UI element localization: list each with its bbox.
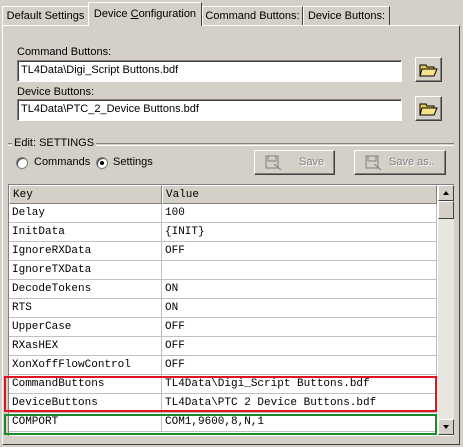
table-row[interactable]: UpperCase OFF: [9, 318, 437, 337]
device-buttons-path-field[interactable]: TL4Data\PTC_2_Device Buttons.bdf: [17, 99, 402, 121]
cell-value[interactable]: COM1,9600,8,N,1: [162, 413, 437, 432]
arrow-up-icon: [443, 191, 449, 195]
save-label: Save: [299, 156, 325, 168]
tab-label: Command Buttons:: [205, 10, 300, 22]
folder-open-icon: [419, 64, 438, 77]
cell-key[interactable]: InitData: [9, 223, 162, 242]
command-buttons-path-field[interactable]: TL4Data\Digi_Script Buttons.bdf: [17, 60, 402, 82]
table-row[interactable]: XonXoffFlowControl OFF: [9, 356, 437, 375]
cell-value[interactable]: ON: [162, 280, 437, 299]
column-header-value[interactable]: Value: [162, 185, 437, 204]
tab-device-configuration[interactable]: Device Configuration: [88, 2, 202, 26]
table-row[interactable]: CommandButtons TL4Data\Digi_Script Button…: [9, 375, 437, 394]
save-disk-icon: [265, 155, 282, 171]
cell-key[interactable]: RTS: [9, 299, 162, 318]
table-row[interactable]: DecodeTokens ON: [9, 280, 437, 299]
cell-key[interactable]: UpperCase: [9, 318, 162, 337]
command-buttons-label: Command Buttons:: [17, 46, 112, 58]
edit-group-title: Edit: SETTINGS: [12, 137, 97, 149]
cell-value[interactable]: 100: [162, 204, 437, 223]
cell-key[interactable]: Delay: [9, 204, 162, 223]
cell-key[interactable]: CommandButtons: [9, 375, 162, 394]
cell-key[interactable]: RXasHEX: [9, 337, 162, 356]
table-row[interactable]: Delay 100: [9, 204, 437, 223]
tab-label: Device: [93, 8, 131, 20]
save-as-button[interactable]: Save as..: [354, 150, 446, 175]
radio-selected-dot: [100, 161, 104, 165]
table-row[interactable]: IgnoreRXData OFF: [9, 242, 437, 261]
cell-key[interactable]: IgnoreTXData: [9, 261, 162, 280]
grid-header-row: Key Value: [9, 185, 437, 204]
tab-device-buttons[interactable]: Device Buttons:: [303, 6, 390, 25]
cell-value[interactable]: OFF: [162, 318, 437, 337]
tab-default-settings[interactable]: Default Settings: [2, 6, 89, 25]
table-row[interactable]: InitData {INIT}: [9, 223, 437, 242]
cell-key[interactable]: DeviceButtons: [9, 394, 162, 413]
table-row[interactable]: RXasHEX OFF: [9, 337, 437, 356]
settings-grid[interactable]: Key Value Delay 100 InitData {INIT} IgnoreRX…: [8, 184, 454, 436]
commands-radio-label[interactable]: Commands: [34, 156, 90, 168]
table-row[interactable]: IgnoreTXData: [9, 261, 437, 280]
table-row[interactable]: DeviceButtons TL4Data\PTC 2 Device Button…: [9, 394, 437, 413]
cell-key[interactable]: COMPORT: [9, 413, 162, 432]
tab-command-buttons[interactable]: Command Buttons:: [202, 6, 303, 25]
table-row[interactable]: COMPORT COM1,9600,8,N,1: [9, 413, 437, 432]
scroll-down-button[interactable]: [438, 419, 454, 435]
cell-value[interactable]: OFF: [162, 356, 437, 375]
browse-device-buttons-button[interactable]: [415, 96, 442, 121]
arrow-down-icon: [443, 425, 449, 429]
cell-value[interactable]: ON: [162, 299, 437, 318]
device-buttons-label: Device Buttons:: [17, 86, 95, 98]
commands-radio[interactable]: [16, 157, 28, 169]
column-header-key[interactable]: Key: [9, 185, 162, 204]
cell-key[interactable]: IgnoreRXData: [9, 242, 162, 261]
cell-value[interactable]: TL4Data\PTC 2 Device Buttons.bdf: [162, 394, 437, 413]
cell-value[interactable]: TL4Data\Digi_Script Buttons.bdf: [162, 375, 437, 394]
tab-bar: Default Settings Device Configuration Co…: [0, 0, 463, 27]
scroll-thumb[interactable]: [438, 201, 454, 219]
tab-label: Default Settings: [6, 10, 85, 22]
settings-radio[interactable]: [96, 157, 108, 169]
grid-vertical-scrollbar[interactable]: [438, 185, 454, 435]
table-row[interactable]: RTS ON: [9, 299, 437, 318]
tab-label: onfiguration: [138, 8, 197, 20]
scroll-up-button[interactable]: [438, 185, 454, 201]
save-as-disk-icon: [365, 155, 382, 171]
cell-value[interactable]: OFF: [162, 242, 437, 261]
cell-value[interactable]: {INIT}: [162, 223, 437, 242]
cell-key[interactable]: XonXoffFlowControl: [9, 356, 162, 375]
folder-open-icon: [419, 103, 438, 116]
tab-label-mnemonic: C: [130, 8, 139, 20]
cell-value[interactable]: [162, 261, 437, 280]
cell-key[interactable]: DecodeTokens: [9, 280, 162, 299]
save-as-label: Save as..: [389, 156, 435, 168]
cell-value[interactable]: OFF: [162, 337, 437, 356]
tab-label: Device Buttons:: [307, 10, 386, 22]
browse-command-buttons-button[interactable]: [415, 57, 442, 82]
save-button[interactable]: Save: [254, 150, 335, 175]
settings-radio-label[interactable]: Settings: [113, 156, 153, 168]
